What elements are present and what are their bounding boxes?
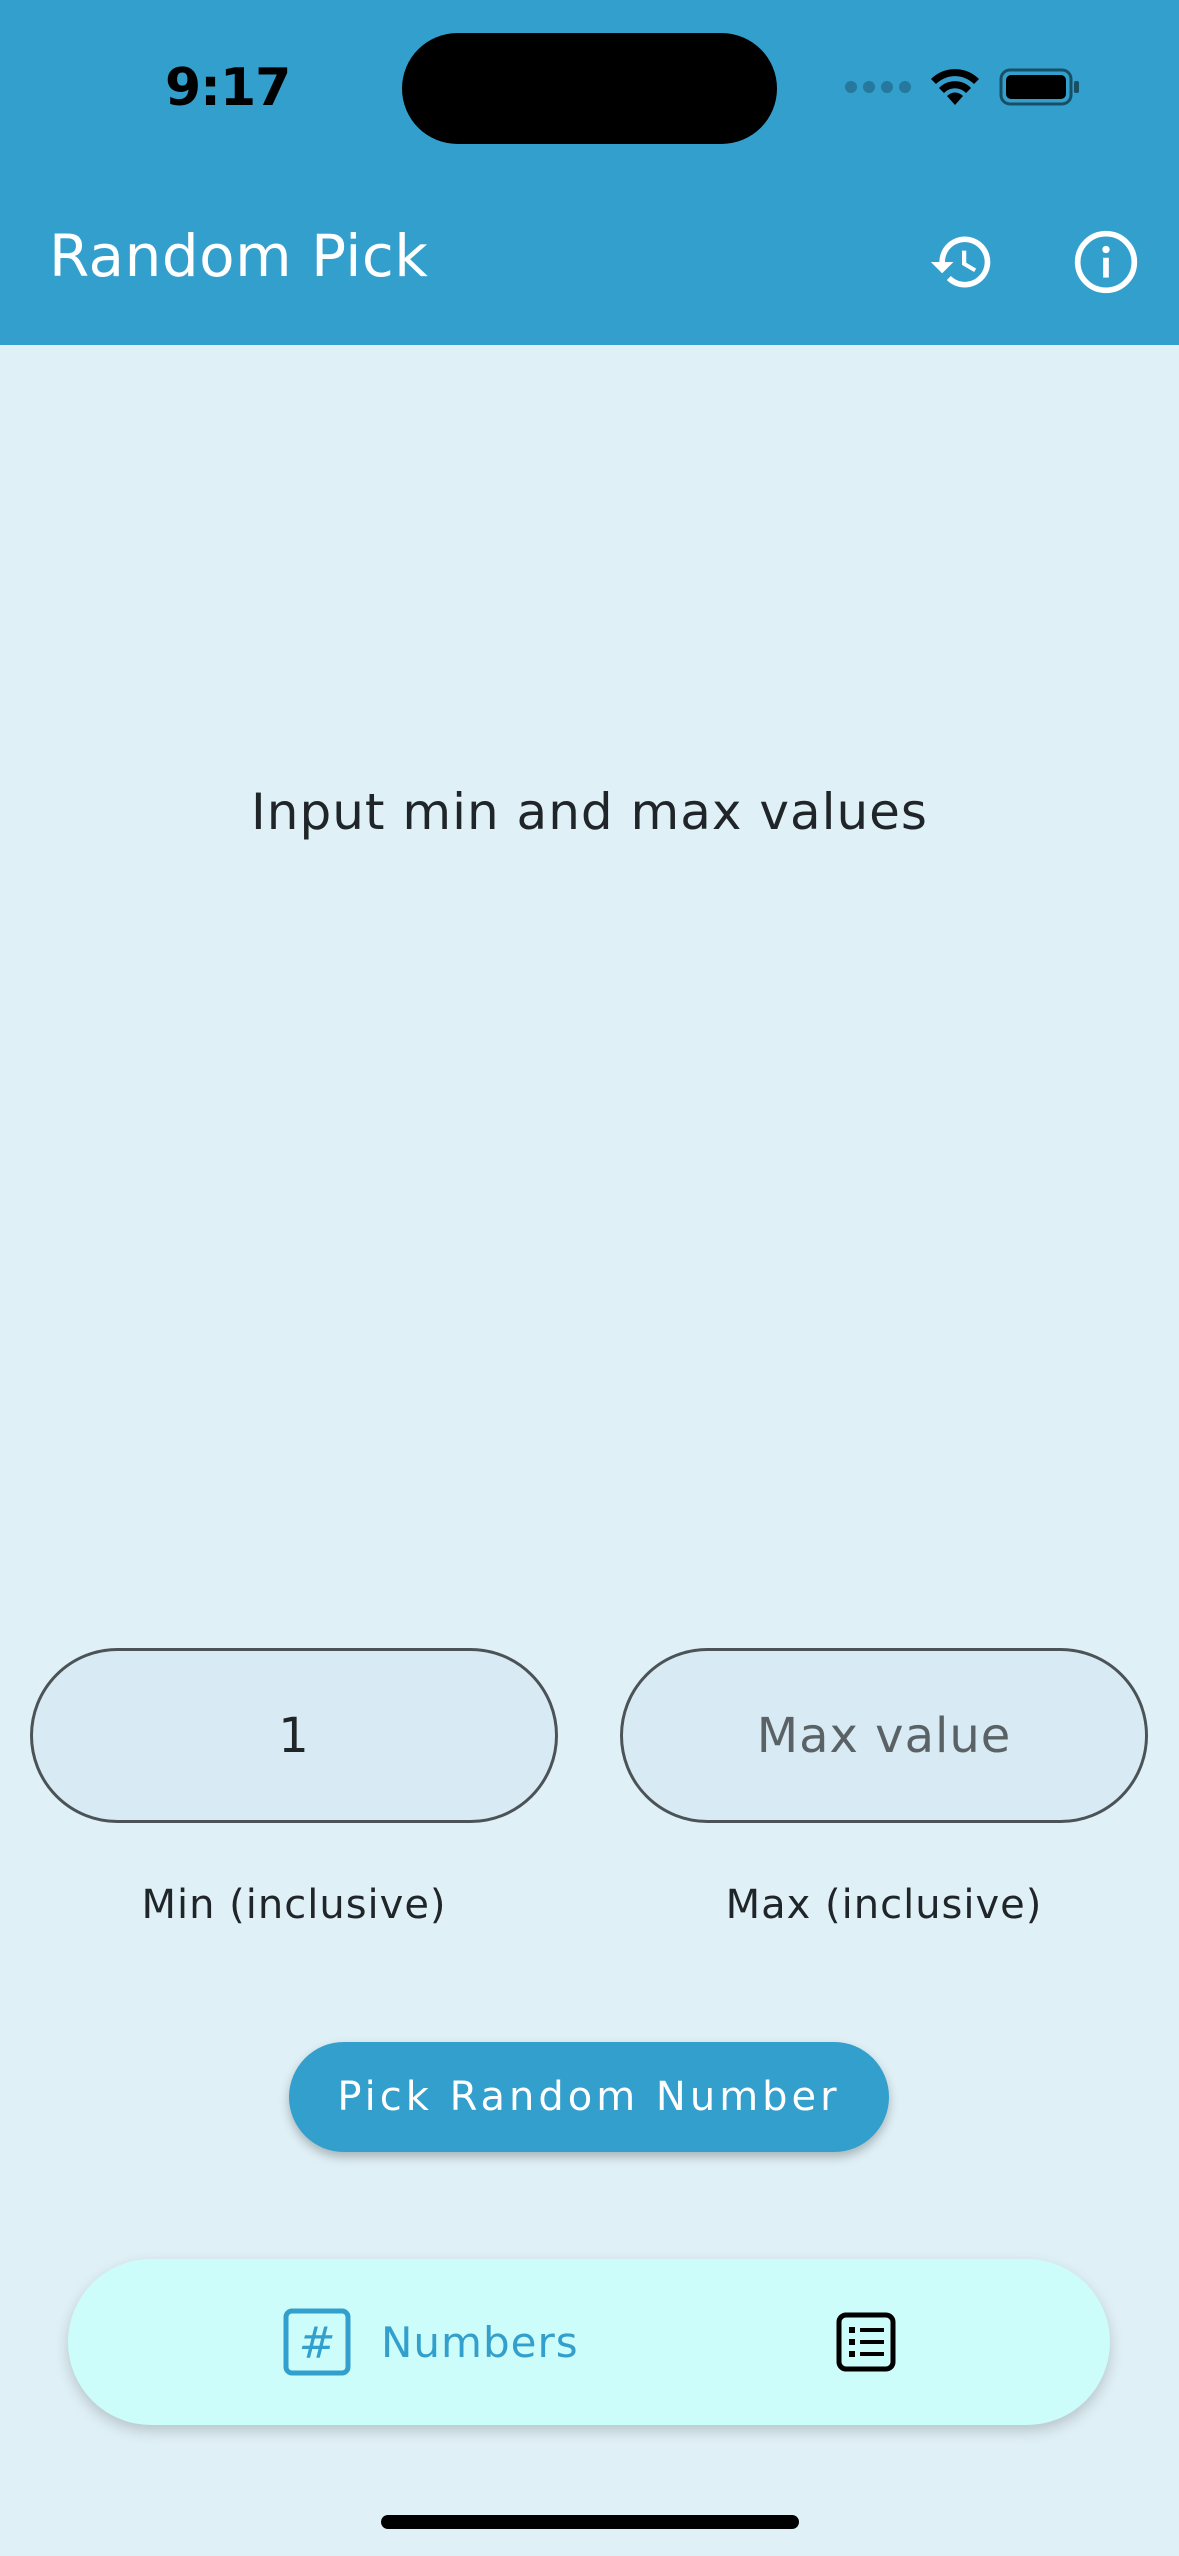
info-icon xyxy=(1074,230,1138,294)
status-time: 9:17 xyxy=(165,58,291,118)
history-button[interactable] xyxy=(922,222,1002,302)
app-title: Random Pick xyxy=(49,222,429,290)
max-helper-label: Max (inclusive) xyxy=(725,1882,1043,1928)
signal-icon xyxy=(845,81,911,93)
min-value-field[interactable] xyxy=(30,1648,558,1823)
dynamic-island xyxy=(402,33,777,144)
info-button[interactable] xyxy=(1066,222,1146,302)
instruction-text: Input min and max values xyxy=(251,783,928,841)
max-value-field[interactable] xyxy=(620,1648,1148,1823)
list-icon xyxy=(836,2312,896,2372)
home-indicator xyxy=(381,2515,799,2529)
status-icons xyxy=(845,62,1081,112)
wifi-icon xyxy=(931,69,979,105)
min-helper-label: Min (inclusive) xyxy=(141,1882,447,1928)
hash-icon: # xyxy=(283,2308,351,2376)
min-value-input[interactable] xyxy=(59,1707,529,1764)
nav-item-numbers[interactable]: # Numbers xyxy=(283,2259,579,2425)
svg-text:#: # xyxy=(299,2318,336,2369)
max-value-input[interactable] xyxy=(649,1707,1119,1764)
bottom-navigation: # Numbers xyxy=(68,2259,1110,2425)
battery-icon xyxy=(999,68,1079,106)
nav-item-list[interactable] xyxy=(836,2259,896,2425)
nav-label-numbers: Numbers xyxy=(381,2317,579,2367)
history-icon xyxy=(930,236,991,288)
app-header: 9:17 Random Pick xyxy=(0,0,1179,345)
pick-random-number-button[interactable]: Pick Random Number xyxy=(289,2042,889,2152)
